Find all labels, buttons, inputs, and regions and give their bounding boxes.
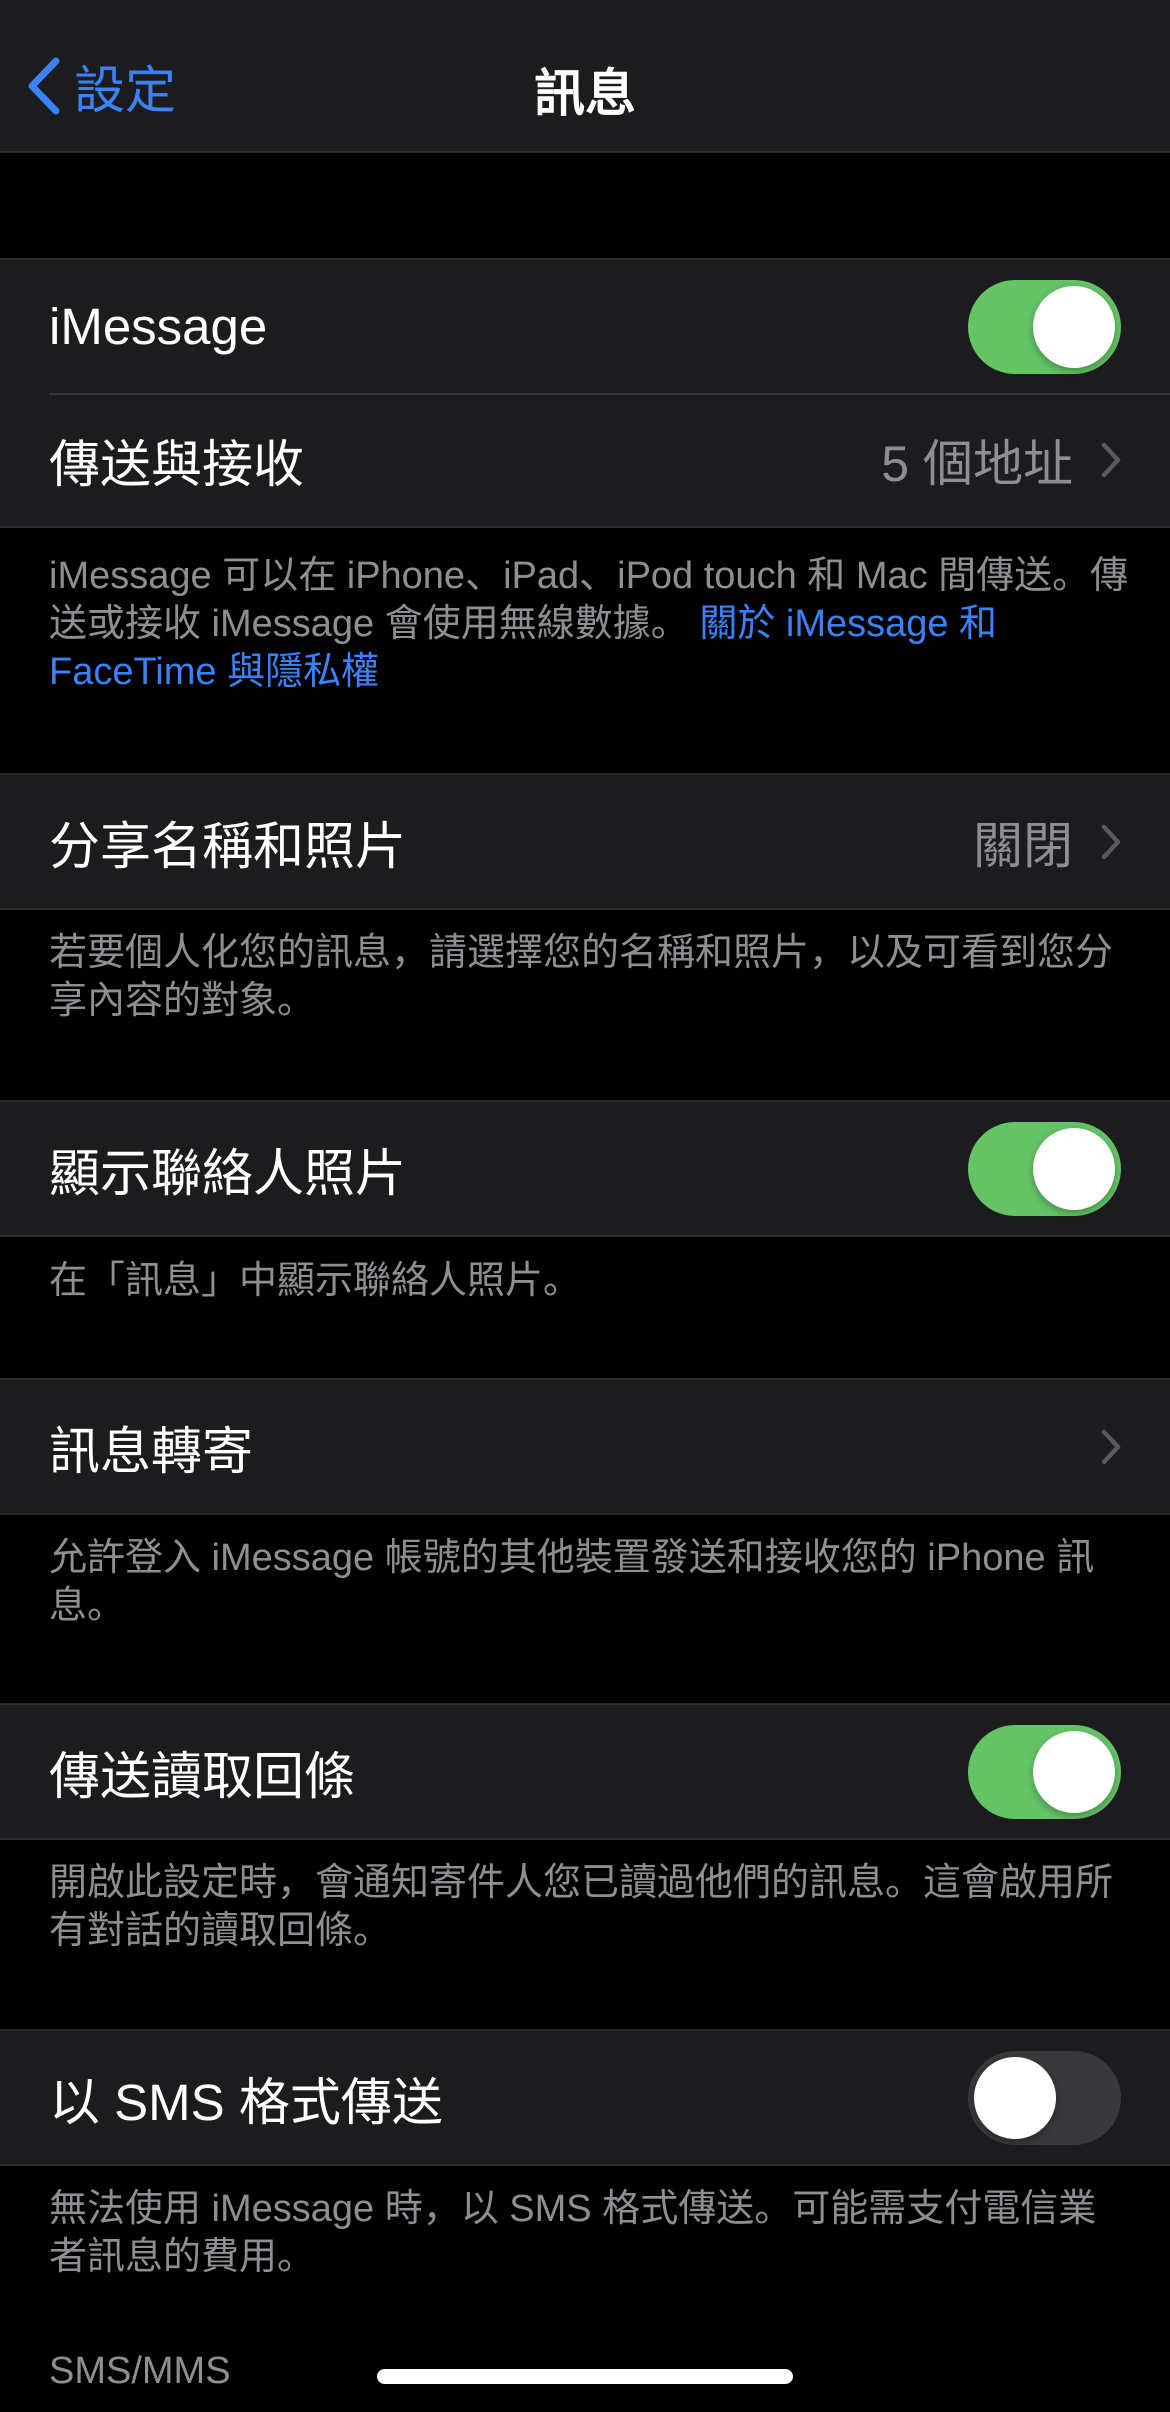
text-forwarding-row[interactable]: 訊息轉寄 xyxy=(0,1380,1170,1513)
read-receipts-group: 傳送讀取回條 xyxy=(0,1703,1170,1840)
show-contact-photos-label: 顯示聯絡人照片 xyxy=(49,1144,407,1202)
toggle-knob xyxy=(1033,1730,1115,1813)
chevron-right-icon xyxy=(1101,442,1121,478)
read-receipts-toggle[interactable] xyxy=(968,1724,1121,1819)
share-name-photo-label: 分享名稱和照片 xyxy=(49,817,407,875)
read-receipts-row: 傳送讀取回條 xyxy=(0,1705,1170,1838)
home-indicator[interactable] xyxy=(377,2369,793,2384)
imessage-row: iMessage xyxy=(0,260,1170,393)
contact-photos-footer: 在「訊息」中顯示聯絡人照片。 xyxy=(49,1260,582,1302)
toggle-knob xyxy=(1033,285,1115,368)
forwarding-footer: 允許登入 iMessage 帳號的其他裝置發送和接收您的 iPhone 訊息。 xyxy=(49,1537,1095,1627)
read-receipts-label: 傳送讀取回條 xyxy=(49,1747,356,1805)
send-as-sms-group: 以 SMS 格式傳送 xyxy=(0,2029,1170,2166)
chevron-right-icon xyxy=(1101,1429,1121,1465)
imessage-footer: iMessage 可以在 iPhone、iPad、iPod touch 和 Ma… xyxy=(49,552,1129,696)
chevron-right-icon xyxy=(1101,824,1121,860)
imessage-group: iMessage 傳送與接收 5 個地址 xyxy=(0,258,1170,528)
text-forwarding-label: 訊息轉寄 xyxy=(49,1422,254,1480)
send-as-sms-toggle[interactable] xyxy=(968,2050,1121,2145)
imessage-toggle[interactable] xyxy=(968,279,1121,374)
read-receipts-footer: 開啟此設定時，會通知寄件人您已讀過他們的訊息。這會啟用所有對話的讀取回條。 xyxy=(49,1862,1114,1952)
send-receive-row[interactable]: 傳送與接收 5 個地址 xyxy=(0,393,1170,526)
toggle-knob xyxy=(974,2056,1056,2139)
share-name-photo-row[interactable]: 分享名稱和照片 關閉 xyxy=(0,775,1170,908)
show-contact-photos-row: 顯示聯絡人照片 xyxy=(0,1102,1170,1235)
send-as-sms-row: 以 SMS 格式傳送 xyxy=(0,2031,1170,2164)
send-as-sms-label: 以 SMS 格式傳送 xyxy=(49,2073,443,2131)
contact-photos-group: 顯示聯絡人照片 xyxy=(0,1100,1170,1237)
send-receive-label: 傳送與接收 xyxy=(49,435,305,493)
show-contact-photos-toggle[interactable] xyxy=(968,1121,1121,1216)
send-receive-value: 5 個地址 xyxy=(881,435,1073,492)
imessage-label: iMessage xyxy=(49,298,268,355)
messages-settings-screen: 設定 訊息 iMessage 傳送與接收 5 個地址 iMessage 可以在 … xyxy=(0,0,1170,2412)
share-name-photo-value: 關閉 xyxy=(973,817,1073,874)
share-name-group: 分享名稱和照片 關閉 xyxy=(0,773,1170,910)
sms-mms-section-header: SMS/MMS xyxy=(49,2350,231,2392)
page-title: 訊息 xyxy=(533,65,636,122)
share-footer: 若要個人化您的訊息，請選擇您的名稱和照片，以及可看到您分享內容的對象。 xyxy=(49,932,1114,1022)
toggle-knob xyxy=(1033,1127,1115,1210)
sms-footer: 無法使用 iMessage 時，以 SMS 格式傳送。可能需支付電信業者訊息的費… xyxy=(49,2188,1097,2278)
forwarding-group: 訊息轉寄 xyxy=(0,1378,1170,1515)
navigation-bar: 設定 訊息 xyxy=(0,0,1170,153)
